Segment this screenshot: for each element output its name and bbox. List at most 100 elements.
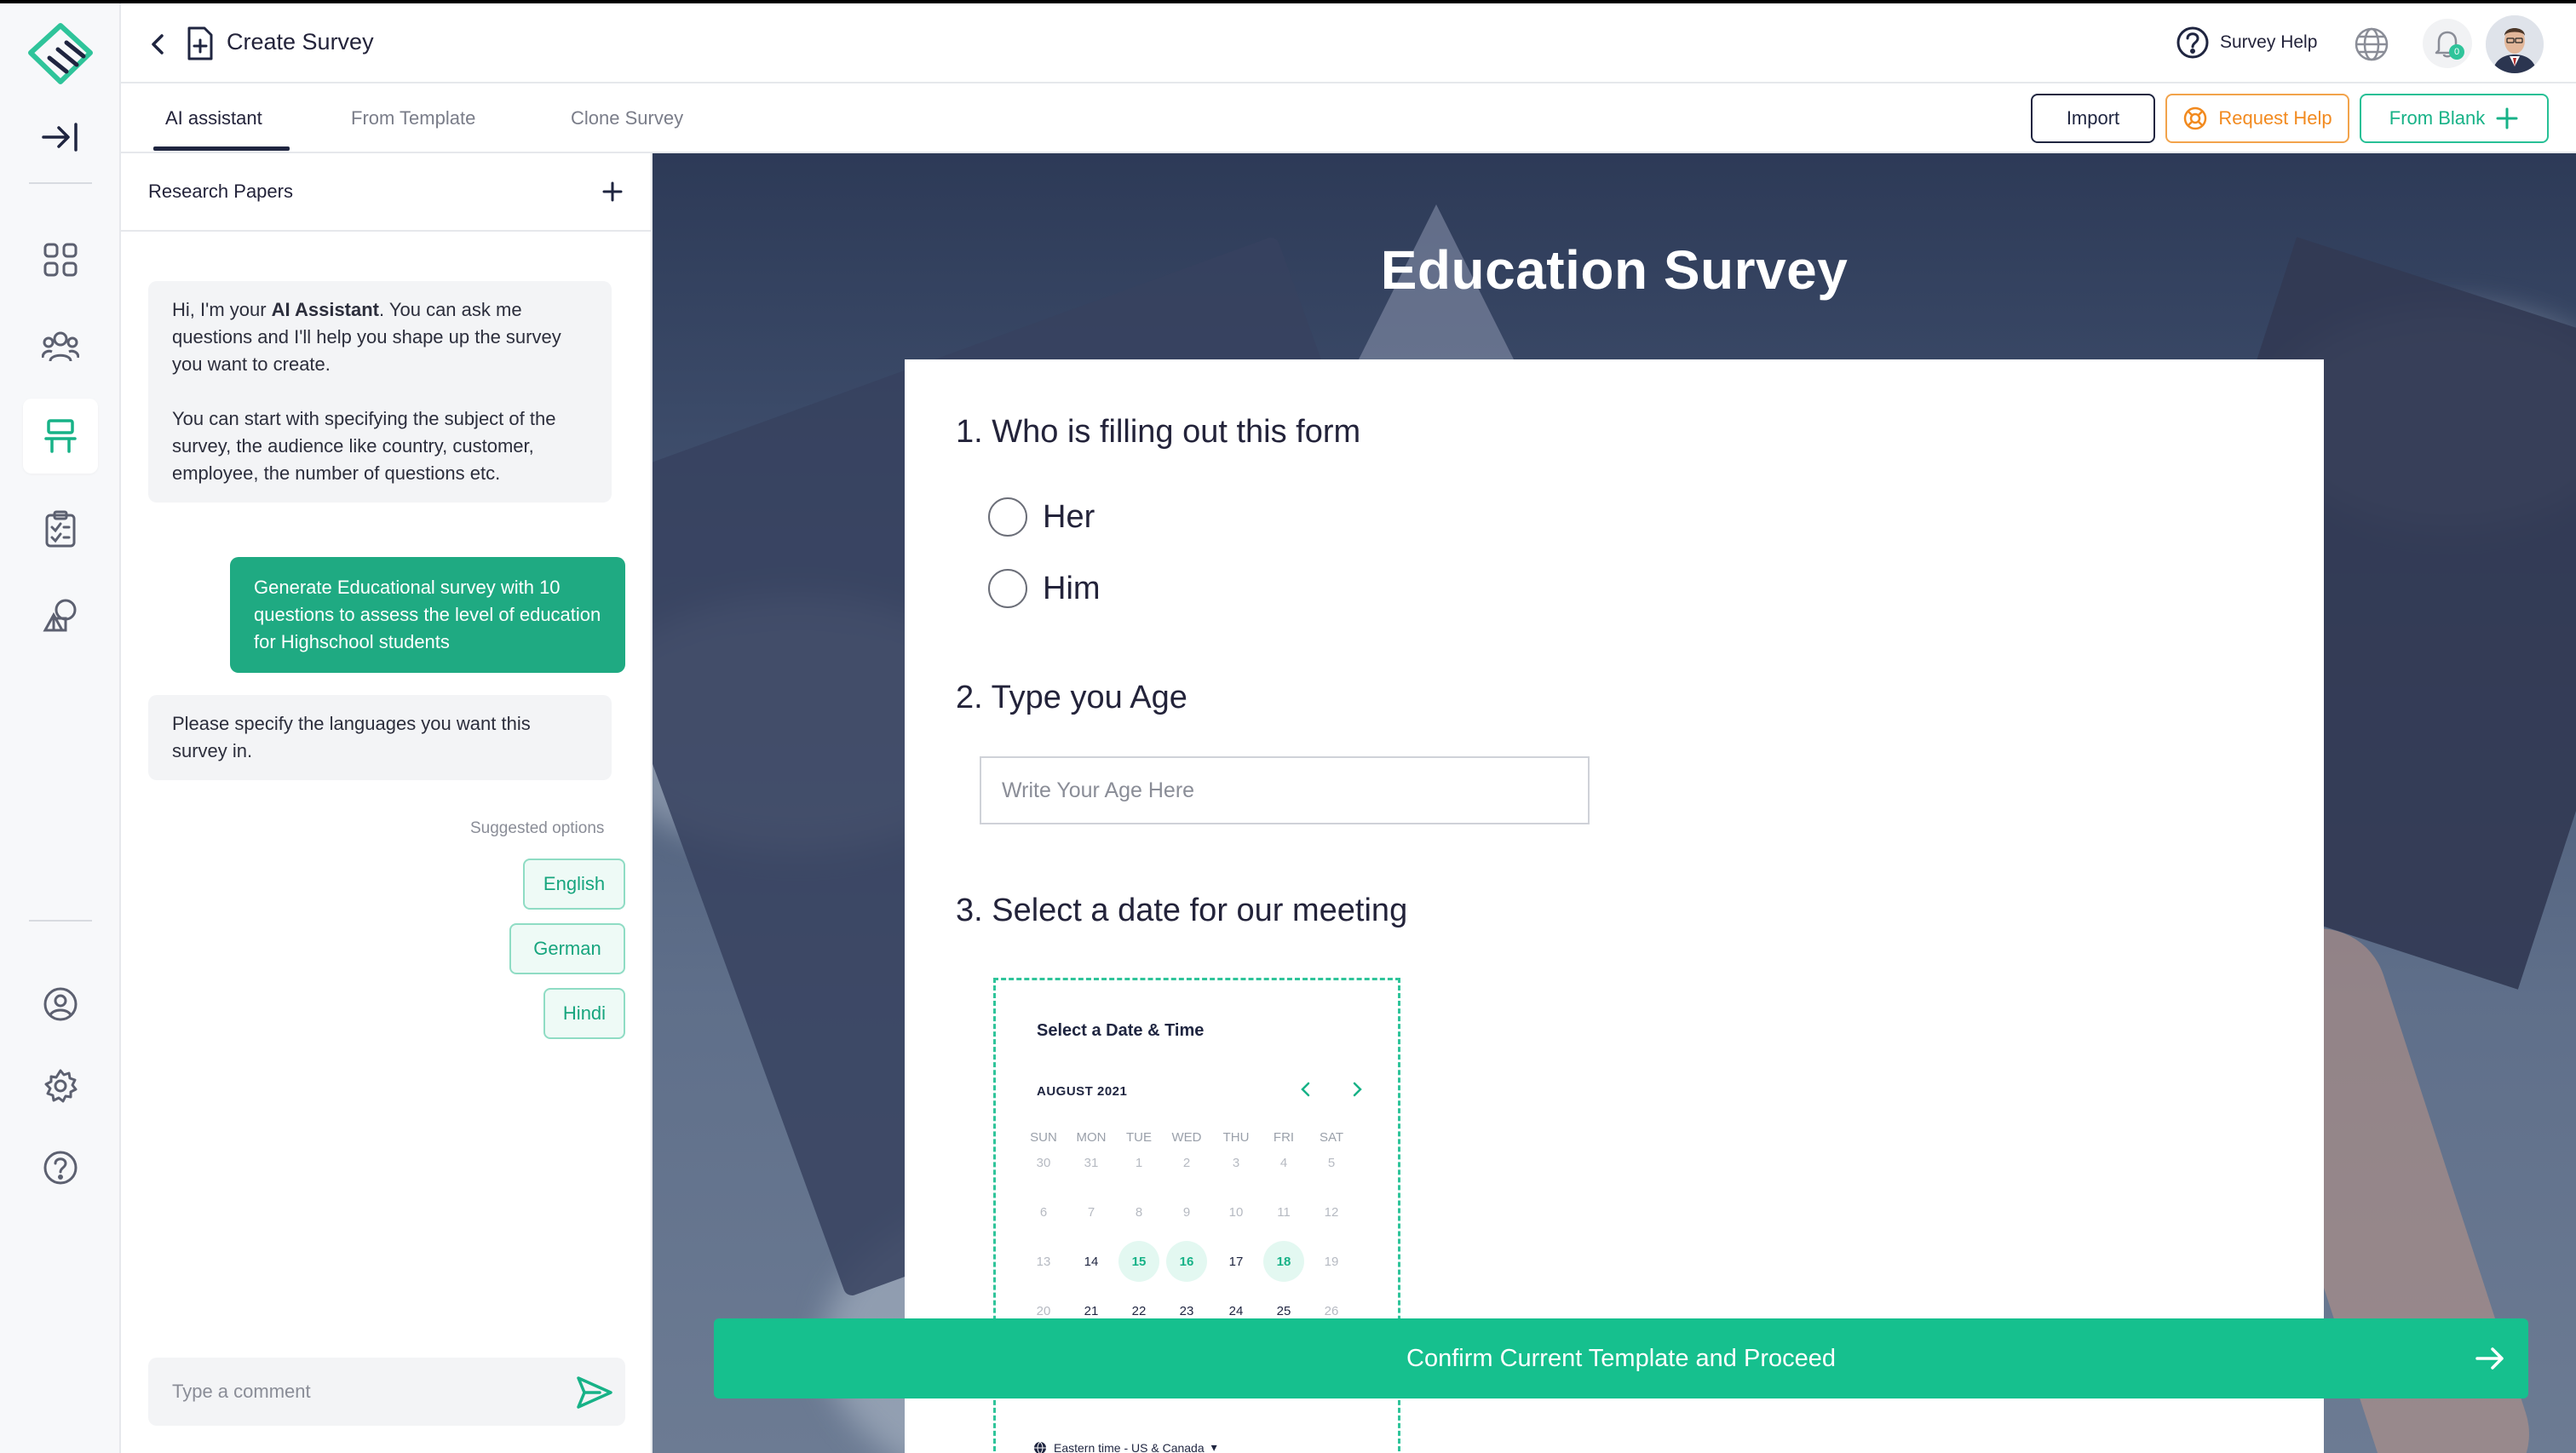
dashboard-icon[interactable] (31, 230, 90, 290)
question-3-title: 3. Select a date for our meeting (956, 893, 1408, 928)
calendar-day[interactable]: 18 (1263, 1241, 1304, 1282)
ai-assistant-panel: Research Papers Hi, I'm your AI Assistan… (121, 153, 653, 1453)
calendar-day[interactable]: 2 (1166, 1142, 1207, 1183)
confirm-proceed-button[interactable]: Confirm Current Template and Proceed (714, 1318, 2528, 1398)
prev-month-chevron-icon[interactable] (1296, 1079, 1316, 1100)
app-logo-icon[interactable] (24, 20, 97, 89)
survey-preview: Education Survey 1. Who is filling out t… (653, 153, 2576, 1453)
creation-mode-tabs: AI assistant From Template Clone Survey … (121, 83, 2576, 153)
age-input[interactable] (980, 756, 1590, 824)
ai-intro-bold: AI Assistant (271, 299, 379, 320)
settings-gear-icon[interactable] (31, 1056, 90, 1116)
rail-divider (29, 182, 92, 184)
calendar-day[interactable]: 12 (1311, 1192, 1352, 1232)
import-button-label: Import (2066, 107, 2120, 129)
calendar-day[interactable]: 11 (1263, 1192, 1304, 1232)
calendar-day[interactable]: 1 (1118, 1142, 1159, 1183)
user-avatar[interactable] (2486, 15, 2544, 73)
calendar-month: AUGUST 2021 (1037, 1084, 1128, 1099)
plus-icon (2496, 107, 2518, 129)
calendar-day[interactable]: 30 (1023, 1142, 1064, 1183)
calendar-day[interactable]: 31 (1071, 1142, 1112, 1183)
comment-input[interactable] (148, 1358, 557, 1426)
profile-icon[interactable] (31, 974, 90, 1034)
calendar-day[interactable]: 3 (1216, 1142, 1256, 1183)
option-label: Her (1043, 498, 1095, 535)
user-message: Generate Educational survey with 10 ques… (230, 557, 625, 673)
tab-clone-survey[interactable]: Clone Survey (571, 107, 683, 129)
tab-ai-assistant[interactable]: AI assistant (165, 107, 262, 129)
chat-section-title: Research Papers (148, 181, 293, 202)
send-icon[interactable] (576, 1375, 613, 1410)
tab-from-template[interactable]: From Template (351, 107, 475, 129)
calendar-day[interactable]: 8 (1118, 1192, 1159, 1232)
survey-help-link[interactable]: Survey Help (2176, 26, 2317, 60)
from-blank-label: From Blank (2389, 107, 2486, 129)
next-month-chevron-icon[interactable] (1347, 1079, 1367, 1100)
rail-divider-bottom (29, 920, 92, 922)
add-chat-plus-icon[interactable] (600, 179, 625, 204)
ai-reply-message: Please specify the languages you want th… (148, 695, 612, 780)
calendar-day[interactable]: 19 (1311, 1241, 1352, 1282)
request-help-label: Request Help (2218, 107, 2332, 129)
left-rail (0, 3, 121, 1453)
chat-section-header: Research Papers (121, 153, 651, 232)
import-button[interactable]: Import (2031, 94, 2155, 143)
calendar-day[interactable]: 7 (1071, 1192, 1112, 1232)
users-icon[interactable] (31, 317, 90, 376)
calendar-day[interactable]: 4 (1263, 1142, 1304, 1183)
from-blank-button[interactable]: From Blank (2360, 94, 2549, 143)
calendar-day[interactable]: 5 (1311, 1142, 1352, 1183)
active-tab-indicator (153, 146, 290, 151)
timezone-selector[interactable]: Eastern time - US & Canada ▾ (1033, 1440, 1217, 1453)
caret-down-icon: ▾ (1210, 1440, 1217, 1453)
confirm-label: Confirm Current Template and Proceed (1406, 1344, 1836, 1372)
surveys-icon[interactable] (23, 399, 98, 474)
date-picker-title: Select a Date & Time (1037, 1021, 1205, 1040)
question-circle-icon (2176, 26, 2209, 59)
calendar-day[interactable]: 9 (1166, 1192, 1207, 1232)
calendar-day[interactable]: 10 (1216, 1192, 1256, 1232)
question-1-title: 1. Who is filling out this form (956, 414, 1361, 450)
ai-intro-paragraph-2: You can start with specifying the subjec… (172, 408, 556, 484)
collapse-sidebar-icon[interactable] (31, 107, 90, 167)
top-header: Create Survey Survey Help 0 (121, 3, 2576, 83)
survey-title: Education Survey (1380, 239, 1849, 301)
calendar-day[interactable]: 6 (1023, 1192, 1064, 1232)
option-label: Him (1043, 570, 1101, 606)
calendar-day[interactable]: 13 (1023, 1241, 1064, 1282)
suggestion-german[interactable]: German (509, 923, 625, 974)
survey-form-card: 1. Who is filling out this form Her Him … (905, 359, 2324, 1453)
radio-button[interactable] (988, 497, 1027, 537)
ai-intro-message: Hi, I'm your AI Assistant. You can ask m… (148, 281, 612, 503)
tasks-clipboard-icon[interactable] (31, 499, 90, 559)
timezone-label: Eastern time - US & Canada (1054, 1440, 1205, 1453)
globe-icon (1034, 1441, 1046, 1453)
comment-box (148, 1358, 625, 1426)
suggested-options-label: Suggested options (470, 819, 605, 837)
question-2-title: 2. Type you Age (956, 680, 1187, 715)
calendar-day[interactable]: 16 (1166, 1241, 1207, 1282)
suggestion-hindi[interactable]: Hindi (543, 988, 625, 1039)
arrow-right-icon (2474, 1342, 2506, 1375)
ai-intro-text: Hi, I'm your (172, 299, 272, 320)
new-document-icon (182, 26, 216, 61)
back-arrow-icon[interactable] (143, 29, 174, 60)
calendar-day[interactable]: 17 (1216, 1241, 1256, 1282)
ai-intro-paragraph: Hi, I'm your AI Assistant. You can ask m… (172, 296, 588, 378)
calendar-day[interactable]: 15 (1118, 1241, 1159, 1282)
page-title: Create Survey (227, 29, 374, 55)
request-help-button[interactable]: Request Help (2165, 94, 2349, 143)
survey-help-label: Survey Help (2220, 32, 2318, 52)
language-globe-icon[interactable] (2353, 26, 2390, 63)
suggestion-english[interactable]: English (523, 859, 625, 910)
help-circle-icon[interactable] (31, 1138, 90, 1197)
notification-count-badge: 0 (2449, 44, 2464, 60)
option-her[interactable]: Her (988, 497, 1095, 537)
lifebuoy-icon (2184, 106, 2207, 130)
calendar-day[interactable]: 14 (1071, 1241, 1112, 1282)
notifications-bell-icon[interactable]: 0 (2423, 19, 2472, 68)
shapes-icon[interactable] (31, 586, 90, 646)
radio-button[interactable] (988, 569, 1027, 608)
option-him[interactable]: Him (988, 569, 1101, 608)
